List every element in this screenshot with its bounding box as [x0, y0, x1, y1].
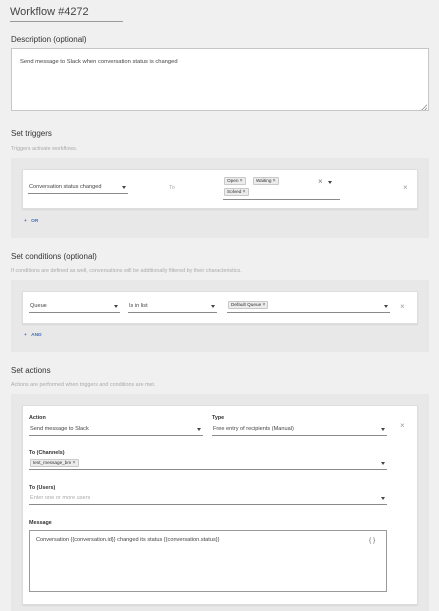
- type-label: Type: [212, 415, 225, 421]
- close-icon[interactable]: ×: [242, 189, 245, 195]
- add-or-trigger-button[interactable]: + OR: [24, 219, 38, 224]
- chevron-down-icon: [381, 428, 385, 431]
- trigger-field-select[interactable]: Conversation status changed: [28, 180, 128, 194]
- users-label: To (Users): [29, 485, 56, 491]
- variable-braces-icon[interactable]: { }: [369, 537, 375, 544]
- plus-icon: +: [24, 219, 27, 224]
- description-label: Description (optional): [11, 35, 87, 44]
- triggers-title: Set triggers: [11, 129, 52, 138]
- users-select[interactable]: Enter one or more users: [29, 492, 387, 505]
- chevron-down-icon: [211, 305, 215, 308]
- type-select[interactable]: Free entry of recipients (Manual): [212, 423, 387, 436]
- chevron-down-icon: [197, 428, 201, 431]
- message-label: Message: [29, 520, 52, 526]
- actions-hint: Actions are performed when triggers and …: [11, 382, 156, 388]
- plus-icon: +: [24, 333, 27, 338]
- close-icon[interactable]: ×: [262, 302, 265, 308]
- add-and-condition-button[interactable]: + AND: [24, 333, 42, 338]
- chip-channel: test_message_bm×: [30, 459, 79, 467]
- action-label: Action: [29, 415, 46, 421]
- chevron-down-icon: [114, 305, 118, 308]
- close-icon[interactable]: ×: [239, 178, 242, 184]
- close-icon[interactable]: ×: [72, 460, 75, 466]
- conditions-title: Set conditions (optional): [11, 252, 97, 261]
- channels-select[interactable]: test_message_bm×: [29, 457, 387, 470]
- chevron-down-icon: [122, 186, 126, 189]
- action-select[interactable]: Send message to Slack: [29, 423, 203, 436]
- channels-label: To (Channels): [29, 450, 65, 456]
- chevron-down-icon[interactable]: [328, 181, 332, 184]
- close-icon[interactable]: ×: [272, 178, 275, 184]
- description-textarea[interactable]: [11, 48, 429, 111]
- message-value: Conversation {{conversation.id}} changed…: [36, 537, 220, 543]
- actions-title: Set actions: [11, 366, 51, 375]
- chevron-down-icon: [384, 305, 388, 308]
- chip-default-queue: Default Queue×: [228, 301, 269, 309]
- conditions-hint: If conditions are defined as well, conve…: [11, 268, 242, 274]
- remove-condition-icon[interactable]: ×: [400, 303, 405, 311]
- condition-values-select[interactable]: Default Queue×: [227, 299, 390, 313]
- chip-open: Open×: [224, 177, 246, 185]
- triggers-hint: Triggers activate workflows.: [11, 146, 78, 152]
- workflow-title: Workflow #4272: [10, 6, 89, 18]
- trigger-connector: To: [169, 185, 175, 191]
- remove-trigger-icon[interactable]: ×: [403, 184, 408, 192]
- chevron-down-icon: [381, 497, 385, 500]
- condition-field-select[interactable]: Queue: [29, 299, 120, 313]
- clear-values-icon[interactable]: ×: [318, 178, 323, 186]
- remove-action-icon[interactable]: ×: [400, 422, 405, 430]
- resize-handle-icon[interactable]: [421, 104, 427, 110]
- chip-solved: Solved×: [224, 188, 249, 196]
- condition-operator-select[interactable]: Is in list: [128, 299, 217, 313]
- description-value: Send message to Slack when conversation …: [20, 59, 178, 65]
- chip-waiting: Waiting×: [253, 177, 279, 185]
- workflow-title-field[interactable]: Workflow #4272: [10, 4, 123, 22]
- chevron-down-icon: [381, 462, 385, 465]
